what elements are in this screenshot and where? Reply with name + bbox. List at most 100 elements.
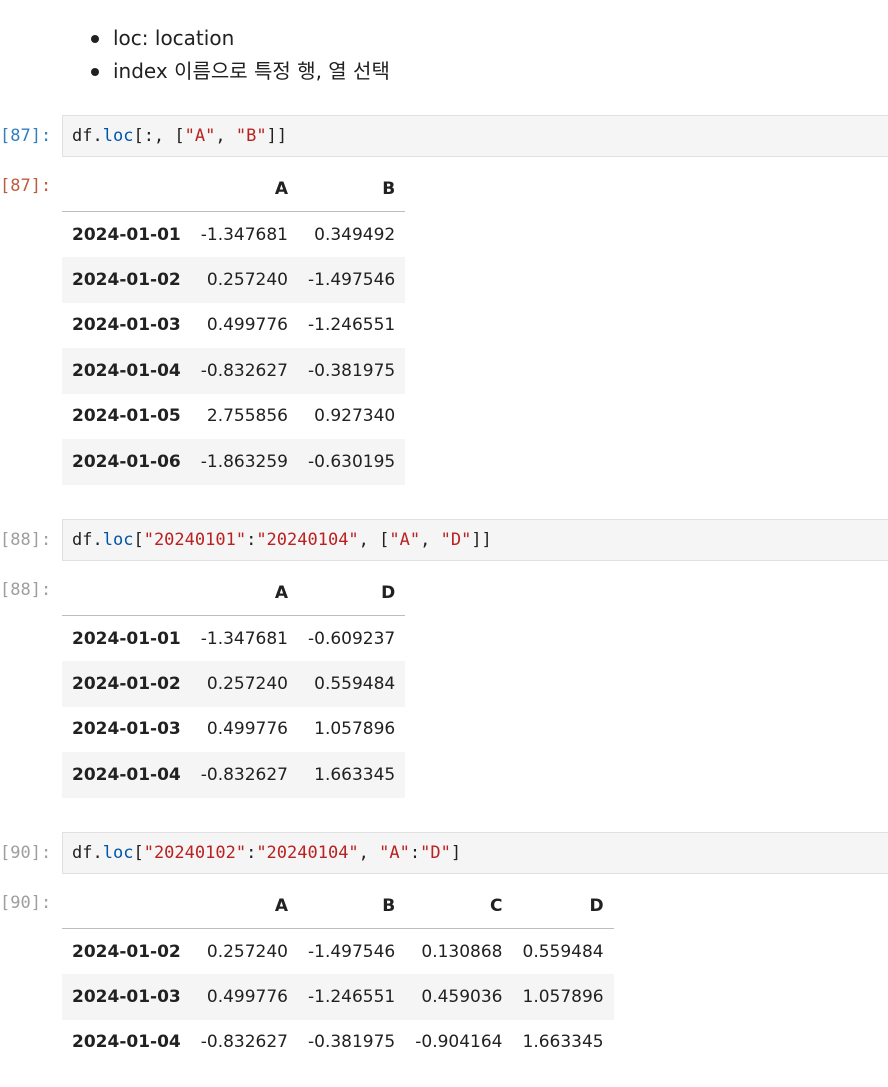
code-token: "D" <box>420 843 451 863</box>
list-item-text: loc: location <box>113 26 235 50</box>
input-prompt: [90]: <box>0 843 52 863</box>
row-index: 2024-01-03 <box>72 986 181 1007</box>
code-token: , [ <box>358 530 390 550</box>
code-token: ]] <box>471 530 492 550</box>
row-index: 2024-01-06 <box>72 451 181 472</box>
table-row: 2024-01-02 0.257240 -1.497546 <box>62 257 406 303</box>
row-index: 2024-01-01 <box>72 628 181 649</box>
column-header: D <box>298 570 406 616</box>
table-cell: -1.246551 <box>308 315 396 336</box>
code-token: , <box>215 126 236 146</box>
table-row: 2024-01-03 0.499776 -1.246551 <box>62 303 405 349</box>
table-row: 2024-01-06 -1.863259 -0.630195 <box>62 439 406 485</box>
list-item: index 이름으로 특정 행, 열 선택 <box>91 55 888 88</box>
input-prompt: [87]: <box>0 126 52 146</box>
table-cell: -0.904164 <box>415 1032 503 1053</box>
row-index: 2024-01-04 <box>72 1032 181 1053</box>
table-cell: -1.347681 <box>200 224 288 245</box>
table-cell: -0.381975 <box>308 360 396 381</box>
table-row: 2024-01-01 -1.347681 -0.609237 <box>62 616 405 662</box>
table-cell: -0.609237 <box>308 628 396 649</box>
table-cell: 0.257240 <box>206 673 288 694</box>
code-editor[interactable]: df.loc[:, ["A", "B"]] <box>62 115 888 157</box>
table-cell: 1.057896 <box>522 986 604 1007</box>
column-header: D <box>512 883 614 929</box>
code-editor[interactable]: df.loc["20240102":"20240104", "A":"D"] <box>62 832 888 874</box>
table-cell: -1.246551 <box>308 986 396 1007</box>
row-index: 2024-01-02 <box>72 269 181 290</box>
input-prompt: [88]: <box>0 530 52 550</box>
column-header: A <box>190 883 298 929</box>
markdown-cell[interactable]: loc: location index 이름으로 특정 행, 열 선택 <box>0 22 888 88</box>
table-cell: 0.349492 <box>314 224 396 245</box>
table-cell: 0.499776 <box>206 719 288 740</box>
code-token: df <box>72 843 93 863</box>
row-index: 2024-01-03 <box>72 315 181 336</box>
code-token: : <box>409 843 421 863</box>
code-editor[interactable]: df.loc["20240101":"20240104", ["A", "D"]… <box>62 519 888 561</box>
row-index: 2024-01-02 <box>72 673 181 694</box>
dataframe-output: ABCD 2024-01-02 0.257240 -1.497546 0.130868… <box>62 883 614 1065</box>
code-token: "A" <box>379 843 410 863</box>
table-header-row: AB <box>62 166 406 212</box>
row-index: 2024-01-02 <box>72 941 181 962</box>
code-token: , <box>420 530 441 550</box>
code-token: loc <box>102 843 134 863</box>
column-header: B <box>298 883 406 929</box>
table-cell: 0.257240 <box>206 269 288 290</box>
code-token: . <box>92 843 103 863</box>
table-row: 2024-01-04 -0.832627 1.663345 <box>62 752 406 798</box>
bullet-icon <box>91 68 99 76</box>
code-token: "B" <box>235 126 267 146</box>
code-token: loc <box>102 530 134 550</box>
column-header: C <box>405 883 513 929</box>
output-prompt: [90]: <box>0 893 52 913</box>
code-token: [ <box>174 126 185 146</box>
code-token: [ <box>133 530 144 550</box>
code-token: . <box>92 530 103 550</box>
code-token: "D" <box>440 530 472 550</box>
output-prompt: [88]: <box>0 580 52 600</box>
code-token: "A" <box>389 530 421 550</box>
code-token: , <box>358 843 380 863</box>
code-token: : <box>246 530 257 550</box>
dataframe-output: AD 2024-01-01 -1.347681 -0.609237 2024-01-0… <box>62 570 406 798</box>
table-cell: 1.663345 <box>522 1032 604 1053</box>
table-cell: -0.630195 <box>308 451 396 472</box>
table-header-row: AD <box>62 570 406 616</box>
table-cell: 2.755856 <box>206 406 288 427</box>
row-index: 2024-01-04 <box>72 360 181 381</box>
table-cell: 0.130868 <box>421 941 503 962</box>
table-row: 2024-01-04 -0.832627 -0.381975 <box>62 348 406 394</box>
table-row: 2024-01-04 -0.832627 -0.381975 -0.904164 1.6… <box>62 1020 614 1066</box>
table-cell: -0.381975 <box>308 1032 396 1053</box>
table-cell: 1.057896 <box>314 719 396 740</box>
table-cell: 1.663345 <box>314 764 396 785</box>
index-header <box>62 166 191 212</box>
code-token: "20240102" <box>143 843 247 863</box>
table-header-row: ABCD <box>62 883 614 929</box>
row-index: 2024-01-01 <box>72 224 181 245</box>
table-row: 2024-01-02 0.257240 -1.497546 0.130868 0.559… <box>62 929 614 975</box>
code-token: "20240101" <box>143 530 247 550</box>
table-row: 2024-01-03 0.499776 -1.246551 0.459036 1.057… <box>62 974 614 1020</box>
table-row: 2024-01-01 -1.347681 0.349492 <box>62 212 405 258</box>
column-header: A <box>190 166 298 212</box>
table-cell: -1.497546 <box>308 941 396 962</box>
output-prompt: [87]: <box>0 176 52 196</box>
table-row: 2024-01-02 0.257240 0.559484 <box>62 661 406 707</box>
code-token: ] <box>450 843 462 863</box>
code-token: df <box>72 126 93 146</box>
column-header: A <box>190 570 298 616</box>
dataframe-output: AB 2024-01-01 -1.347681 0.349492 2024-01-02… <box>62 166 406 485</box>
code-token: df <box>72 530 93 550</box>
bullet-list: loc: location index 이름으로 특정 행, 열 선택 <box>0 22 888 88</box>
code-token: ]] <box>266 126 288 146</box>
table-cell: -0.832627 <box>200 360 288 381</box>
bullet-icon <box>91 35 99 43</box>
code-token: "20240104" <box>256 530 359 550</box>
table-cell: 0.559484 <box>522 941 604 962</box>
column-header: B <box>298 166 406 212</box>
table-cell: -1.497546 <box>308 269 396 290</box>
table-row: 2024-01-03 0.499776 1.057896 <box>62 707 405 753</box>
